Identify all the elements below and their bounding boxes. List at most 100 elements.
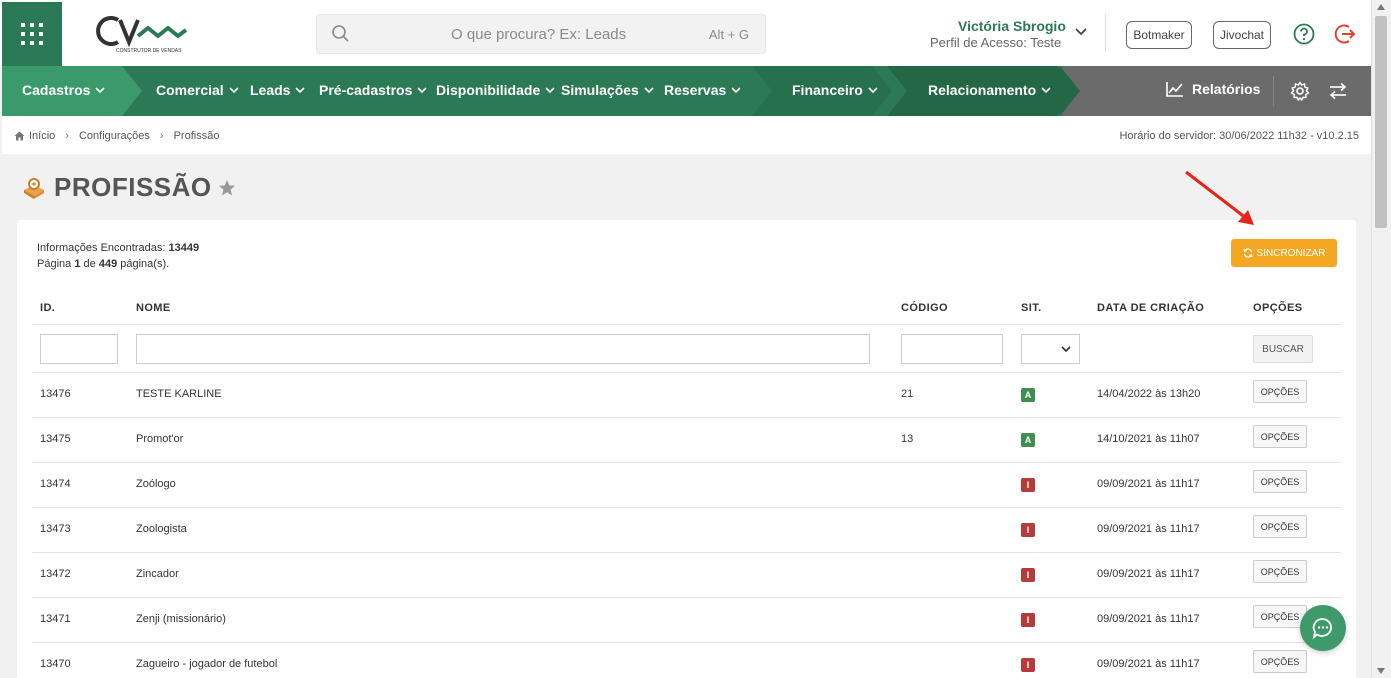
nav-disponibilidade[interactable]: Disponibilidade [436, 82, 555, 98]
breadcrumb-home[interactable]: Início [29, 130, 55, 142]
user-name[interactable]: Victória Sbrogio [958, 18, 1066, 34]
nav-reservas[interactable]: Reservas [664, 82, 741, 98]
breadcrumb: Início › Configurações › Profissão [14, 130, 219, 142]
cell-id: 13471 [40, 613, 71, 625]
results-card: Informações Encontradas: 13449 Página 1 … [17, 220, 1356, 678]
scrollbar-thumb[interactable] [1375, 16, 1387, 228]
cell-id: 13475 [40, 433, 71, 445]
gear-icon[interactable] [1290, 81, 1310, 101]
filter-sit-select[interactable] [1021, 334, 1080, 364]
page-title: PROFISSÃO [54, 172, 212, 202]
status-badge: I [1021, 568, 1035, 582]
table-row[interactable]: 13475 Promot'or 13 A 14/10/2021 às 11h07… [32, 417, 1341, 462]
star-icon[interactable] [218, 179, 236, 197]
table-row[interactable]: 13470 Zagueiro - jogador de futebol I 09… [32, 642, 1341, 678]
sync-label: SINCRONIZAR [1256, 247, 1326, 259]
breadcrumb-config[interactable]: Configurações [79, 130, 150, 142]
cell-id: 13476 [40, 388, 71, 400]
row-options-button[interactable]: OPÇÕES [1253, 425, 1307, 448]
cell-code: 13 [901, 433, 914, 445]
jivochat-button[interactable]: Jivochat [1213, 21, 1271, 49]
chevron-down-icon [868, 86, 878, 93]
nav-relacionamento[interactable]: Relacionamento [928, 82, 1051, 98]
cell-date: 14/10/2021 às 11h07 [1097, 433, 1200, 445]
nav-label: Pré-cadastros [319, 82, 413, 98]
search-button[interactable]: BUSCAR [1253, 335, 1313, 363]
col-header-sit[interactable]: SIT. [1021, 302, 1042, 314]
nav-leads[interactable]: Leads [250, 82, 306, 98]
nav-label: Financeiro [792, 82, 863, 98]
chat-icon [1312, 618, 1332, 640]
chevron-down-icon [1061, 346, 1071, 353]
col-header-date[interactable]: DATA DE CRIAÇÃO [1097, 302, 1204, 314]
sync-button[interactable]: SINCRONIZAR [1231, 239, 1337, 267]
nav-simulacoes[interactable]: Simulações [561, 82, 654, 98]
nav-label: Reservas [664, 82, 727, 98]
chevron-down-icon[interactable] [1075, 27, 1087, 37]
row-options-button[interactable]: OPÇÕES [1253, 470, 1307, 493]
nav-segment [1060, 66, 1080, 116]
nav-cadastros[interactable]: Cadastros [22, 82, 106, 98]
table-row[interactable]: 13476 TESTE KARLINE 21 A 14/04/2022 às 1… [32, 372, 1341, 417]
nav-pre-cadastros[interactable]: Pré-cadastros [319, 82, 427, 98]
page-label: Página [37, 258, 72, 270]
table-row[interactable]: 13471 Zenji (missionário) I 09/09/2021 à… [32, 597, 1341, 642]
scroll-down-icon[interactable] [1377, 668, 1385, 674]
cell-name: TESTE KARLINE [136, 388, 222, 400]
cv-logo[interactable]: CONSTRUTOR DE VENDAS [96, 12, 188, 56]
col-header-id[interactable]: ID. [40, 302, 55, 314]
chat-button[interactable] [1300, 605, 1346, 651]
user-profile: Perfil de Acesso: Teste [930, 35, 1062, 50]
svg-text:CONSTRUTOR DE VENDAS: CONSTRUTOR DE VENDAS [116, 48, 182, 54]
page-of: de [83, 258, 96, 270]
search-icon [332, 25, 349, 42]
nav-financeiro[interactable]: Financeiro [792, 82, 878, 98]
nav-label: Relacionamento [928, 82, 1037, 98]
row-options-button[interactable]: OPÇÕES [1253, 380, 1307, 403]
scroll-up-icon[interactable] [1377, 4, 1385, 10]
line-chart-icon [1166, 82, 1183, 97]
chevron-down-icon [417, 86, 427, 93]
cell-date: 09/09/2021 às 11h17 [1097, 658, 1200, 670]
nav-comercial[interactable]: Comercial [156, 82, 239, 98]
status-badge: I [1021, 523, 1035, 537]
cell-name: Zincador [136, 568, 179, 580]
table-row[interactable]: 13473 Zoologista I 09/09/2021 às 11h17 O… [32, 507, 1341, 552]
help-icon[interactable] [1293, 23, 1315, 45]
nav-label: Leads [250, 82, 291, 98]
cell-name: Zoologista [136, 523, 187, 535]
server-time: Horário do servidor: 30/06/2022 11h32 - … [1119, 130, 1359, 142]
row-options-button[interactable]: OPÇÕES [1253, 515, 1307, 538]
cell-name: Zenji (missionário) [136, 613, 226, 625]
page-total: 449 [98, 258, 118, 270]
nav-relatorios[interactable]: Relatórios [1166, 81, 1260, 97]
results-info: Informações Encontradas: 13449 Página 1 … [37, 240, 199, 272]
nav-label: Cadastros [22, 82, 91, 98]
global-search[interactable]: O que procura? Ex: Leads Alt + G [316, 14, 766, 54]
chevron-down-icon [229, 86, 239, 93]
status-badge: I [1021, 658, 1035, 672]
row-options-button[interactable]: OPÇÕES [1253, 560, 1307, 583]
col-header-name[interactable]: NOME [136, 302, 171, 314]
apps-menu-button[interactable] [2, 2, 62, 66]
main-nav: Cadastros Comercial Leads Pré-cadastros … [2, 66, 1371, 116]
grid-icon [21, 23, 43, 45]
filter-id-input[interactable] [40, 334, 118, 364]
swap-icon[interactable] [1328, 82, 1348, 100]
table-row[interactable]: 13474 Zoólogo I 09/09/2021 às 11h17 OPÇÕ… [32, 462, 1341, 507]
cell-date: 09/09/2021 às 11h17 [1097, 568, 1200, 580]
logout-icon[interactable] [1334, 22, 1358, 46]
row-options-button[interactable]: OPÇÕES [1253, 650, 1307, 673]
table-row[interactable]: 13472 Zincador I 09/09/2021 às 11h17 OPÇ… [32, 552, 1341, 597]
filter-name-input[interactable] [136, 334, 870, 364]
botmaker-button[interactable]: Botmaker [1126, 21, 1192, 49]
page-scrollbar[interactable] [1371, 0, 1391, 678]
breadcrumb-bar: Início › Configurações › Profissão Horár… [2, 116, 1371, 154]
filter-code-input[interactable] [901, 334, 1003, 364]
col-header-code[interactable]: CÓDIGO [901, 302, 948, 314]
status-badge: I [1021, 613, 1035, 627]
row-options-button[interactable]: OPÇÕES [1253, 605, 1307, 628]
col-header-options: OPÇÕES [1253, 302, 1303, 314]
found-label: Informações Encontradas: [37, 242, 166, 254]
breadcrumb-current: Profissão [173, 130, 220, 142]
